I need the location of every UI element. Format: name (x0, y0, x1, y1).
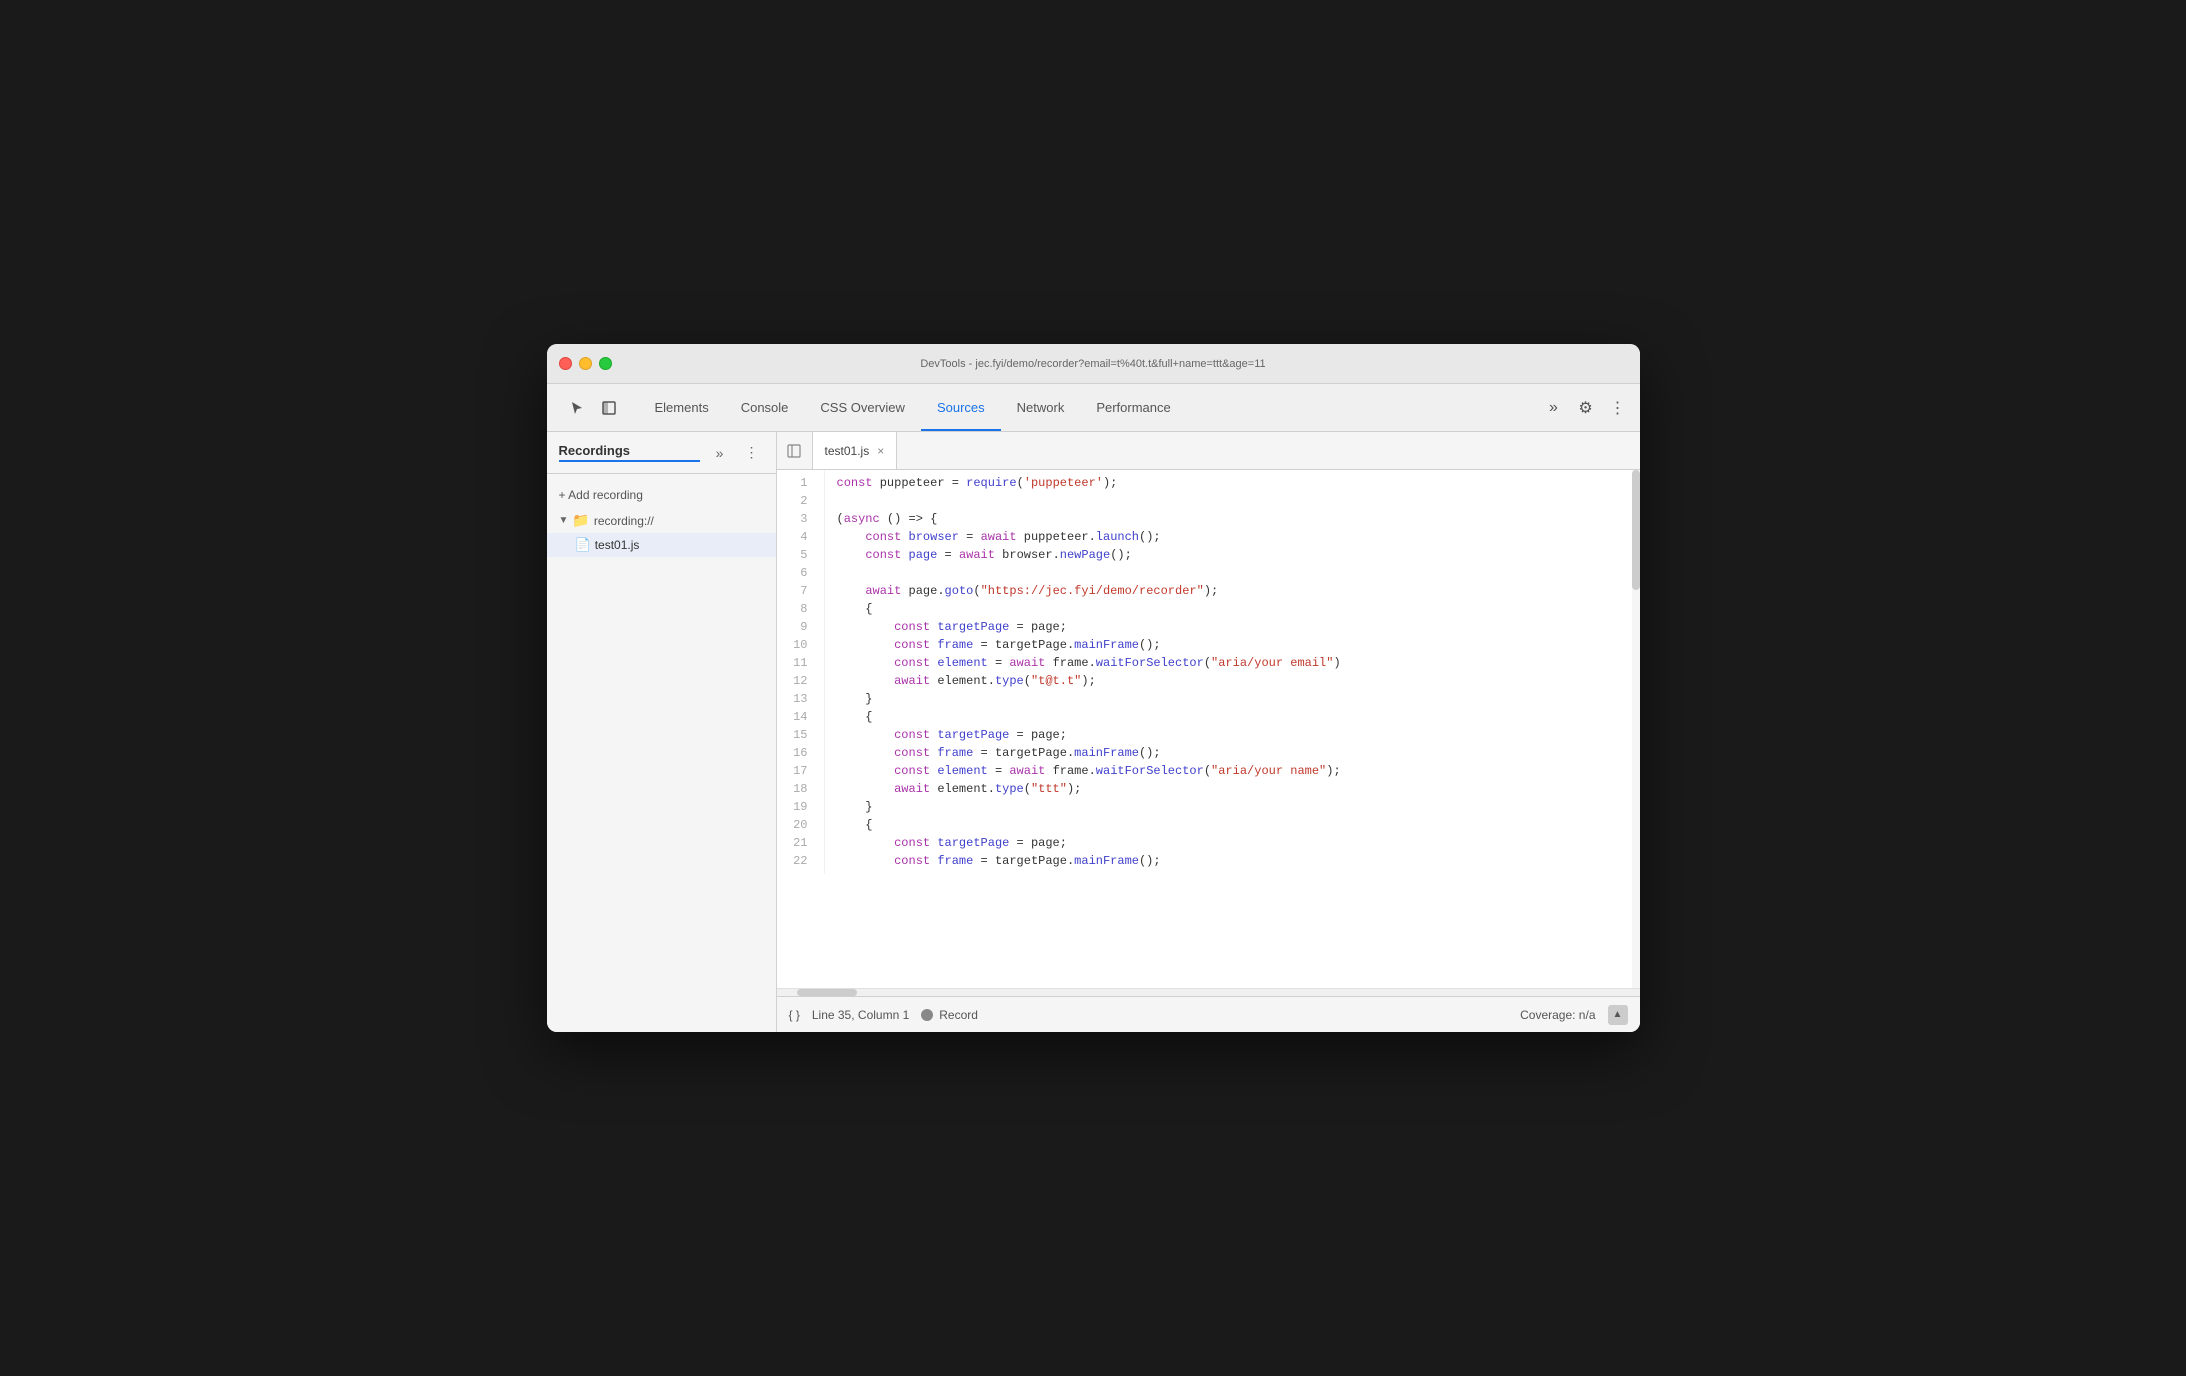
close-button[interactable] (559, 357, 572, 370)
traffic-lights (559, 357, 612, 370)
code-line: const frame = targetPage.mainFrame(); (837, 636, 1640, 654)
code-line: const element = await frame.waitForSelec… (837, 762, 1640, 780)
code-line: { (837, 708, 1640, 726)
devtools-window: DevTools - jec.fyi/demo/recorder?email=t… (547, 344, 1640, 1032)
code-line: const targetPage = page; (837, 726, 1640, 744)
record-dot-icon (921, 1009, 933, 1021)
code-line: await page.goto("https://jec.fyi/demo/re… (837, 582, 1640, 600)
tab-filename: test01.js (825, 444, 870, 458)
scroll-to-top-button[interactable]: ▲ (1608, 1005, 1628, 1025)
more-tabs-button[interactable]: » (1540, 394, 1568, 422)
file-icon: 📄 (575, 537, 591, 553)
sidebar-toggle-button[interactable] (777, 432, 813, 469)
code-line: } (837, 690, 1640, 708)
chevron-down-icon: ▼ (559, 515, 569, 526)
sidebar-expand-button[interactable]: » (708, 441, 732, 465)
tab-css-overview[interactable]: CSS Overview (804, 384, 921, 431)
code-line: const page = await browser.newPage(); (837, 546, 1640, 564)
toolbar-right: » ⚙ ⋮ (1540, 394, 1632, 422)
tab-network[interactable]: Network (1001, 384, 1081, 431)
code-content: 12345 678910 1112131415 1617181920 2122 … (777, 470, 1640, 874)
window-title: DevTools - jec.fyi/demo/recorder?email=t… (920, 358, 1265, 370)
sidebar-header: Recordings » ⋮ (547, 432, 776, 474)
line-numbers: 12345 678910 1112131415 1617181920 2122 (777, 470, 825, 874)
sidebar-content: + Add recording ▼ 📁 recording:// 📄 test0… (547, 474, 776, 1032)
code-editor[interactable]: 12345 678910 1112131415 1617181920 2122 … (777, 470, 1640, 988)
toolbar-icons (555, 394, 631, 422)
code-line: const frame = targetPage.mainFrame(); (837, 744, 1640, 762)
code-line: } (837, 798, 1640, 816)
tree-folder-item[interactable]: ▼ 📁 recording:// (547, 508, 776, 533)
folder-icon: 📁 (572, 512, 589, 529)
add-recording-label: + Add recording (559, 488, 643, 502)
main-area: Recordings » ⋮ + Add recording ▼ 📁 recor… (547, 432, 1640, 1032)
code-line: const targetPage = page; (837, 834, 1640, 852)
add-recording-button[interactable]: + Add recording (547, 482, 776, 508)
code-line: const frame = targetPage.mainFrame(); (837, 852, 1640, 870)
editor-area: test01.js × 12345 678910 1112131415 1617… (777, 432, 1640, 1032)
position-label: Line 35, Column 1 (812, 1008, 909, 1022)
minimize-button[interactable] (579, 357, 592, 370)
code-lines: const puppeteer = require('puppeteer'); … (825, 470, 1640, 874)
h-scroll-thumb[interactable] (797, 989, 857, 996)
tab-elements[interactable]: Elements (639, 384, 725, 431)
code-line: await element.type("t@t.t"); (837, 672, 1640, 690)
code-line: { (837, 600, 1640, 618)
code-line: const puppeteer = require('puppeteer'); (837, 474, 1640, 492)
dock-icon[interactable] (595, 394, 623, 422)
tab-console[interactable]: Console (725, 384, 805, 431)
maximize-button[interactable] (599, 357, 612, 370)
horizontal-scrollbar[interactable] (777, 988, 1640, 996)
sidebar-title: Recordings (559, 443, 700, 462)
code-line: const browser = await puppeteer.launch()… (837, 528, 1640, 546)
tab-close-button[interactable]: × (877, 444, 884, 458)
menu-button[interactable]: ⋮ (1604, 394, 1632, 422)
cursor-icon[interactable] (563, 394, 591, 422)
code-line (837, 492, 1640, 510)
folder-label: recording:// (594, 514, 654, 528)
code-line: const element = await frame.waitForSelec… (837, 654, 1640, 672)
nav-tabs: Elements Console CSS Overview Sources Ne… (639, 384, 1187, 431)
tree-file-item[interactable]: 📄 test01.js (547, 533, 776, 557)
editor-tabs: test01.js × (777, 432, 1640, 470)
code-line: { (837, 816, 1640, 834)
editor-tab-file[interactable]: test01.js × (813, 432, 898, 469)
scrollbar-track (1632, 470, 1640, 988)
code-line: await element.type("ttt"); (837, 780, 1640, 798)
code-line: const targetPage = page; (837, 618, 1640, 636)
tab-sources[interactable]: Sources (921, 384, 1001, 431)
code-line (837, 564, 1640, 582)
tab-performance[interactable]: Performance (1080, 384, 1186, 431)
coverage-label: Coverage: n/a (1520, 1008, 1595, 1022)
sidebar-menu-button[interactable]: ⋮ (740, 441, 764, 465)
sidebar: Recordings » ⋮ + Add recording ▼ 📁 recor… (547, 432, 777, 1032)
statusbar-right: Coverage: n/a ▲ (1520, 1005, 1627, 1025)
file-label: test01.js (595, 538, 640, 552)
statusbar: { } Line 35, Column 1 Record Coverage: n… (777, 996, 1640, 1032)
code-line: (async () => { (837, 510, 1640, 528)
toolbar: Elements Console CSS Overview Sources Ne… (547, 384, 1640, 432)
format-button[interactable]: { } (789, 1008, 800, 1022)
record-label: Record (939, 1008, 978, 1022)
record-button[interactable]: Record (921, 1008, 978, 1022)
scrollbar-thumb[interactable] (1632, 470, 1640, 590)
titlebar: DevTools - jec.fyi/demo/recorder?email=t… (547, 344, 1640, 384)
settings-button[interactable]: ⚙ (1572, 394, 1600, 422)
